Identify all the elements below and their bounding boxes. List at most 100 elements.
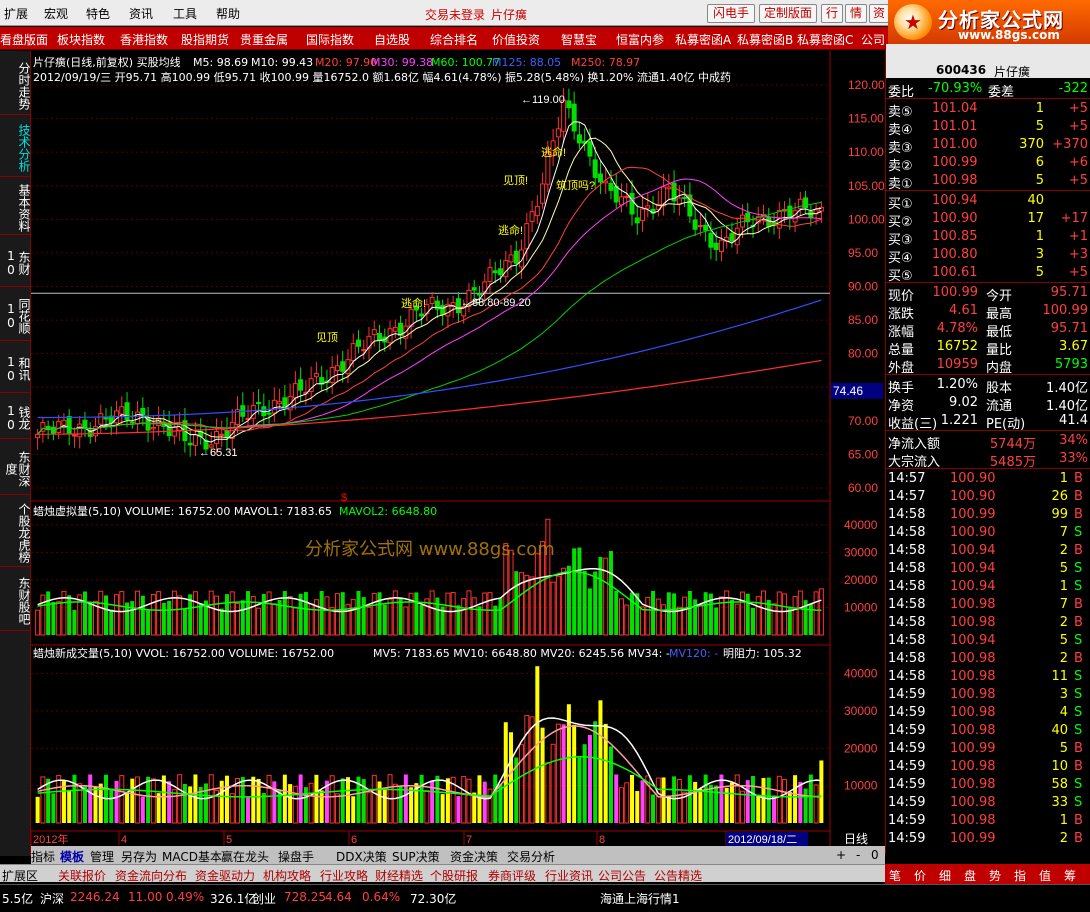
template-tab-1[interactable]: 模板 xyxy=(60,848,84,865)
toolbar-item-1[interactable]: 板块指数 xyxy=(57,31,105,48)
volume-bar xyxy=(750,607,755,635)
candle-body xyxy=(419,313,425,317)
toolbar-item-10[interactable]: 恒富内参 xyxy=(616,31,664,48)
volume2-bar xyxy=(614,774,619,823)
volume-bar xyxy=(697,603,703,636)
function-tab-2[interactable]: 资金流向分布 xyxy=(115,867,187,884)
stat-row-1-cell-3: 100.99 xyxy=(1042,303,1089,318)
function-tab-3[interactable]: 资金驱动力 xyxy=(195,867,255,884)
quote-button-2[interactable]: 情 xyxy=(845,4,867,23)
function-tab-8[interactable]: 券商评级 xyxy=(488,867,536,884)
function-tab-4[interactable]: 机构攻略 xyxy=(263,867,311,884)
template-tab-7[interactable]: DDX决策 xyxy=(336,848,387,865)
volume2-bar xyxy=(461,776,467,824)
zoom-control-2[interactable]: 0 xyxy=(871,848,879,862)
function-tab-7[interactable]: 个股研报 xyxy=(430,867,478,884)
tick-row-19-cell-3: B xyxy=(1074,813,1083,828)
menu-item-help[interactable]: 帮助 xyxy=(216,5,240,22)
toolbar-item-12[interactable]: 私募密函B xyxy=(737,31,793,48)
quote-tab-6[interactable]: 值 xyxy=(1039,867,1051,884)
toolbar-item-4[interactable]: 贵重金属 xyxy=(240,31,288,48)
left-tab-4[interactable]: 同花顺10 xyxy=(0,291,31,341)
toolbar-item-8[interactable]: 价值投资 xyxy=(492,31,540,48)
template-tab-3[interactable]: 另存为 xyxy=(121,848,157,865)
volume-bar xyxy=(761,590,767,636)
template-tab-8[interactable]: SUP决策 xyxy=(392,848,440,865)
volume-bar xyxy=(587,588,592,635)
left-tab-9[interactable]: 东财股吧 xyxy=(0,571,31,631)
volume2-bar xyxy=(661,777,666,823)
template-tab-2[interactable]: 管理 xyxy=(90,848,114,865)
menu-item-extend[interactable]: 扩展 xyxy=(4,5,28,22)
info-button[interactable]: 资 xyxy=(869,4,889,23)
tick-row-6: 14:58 100.94 1 S xyxy=(886,578,1090,596)
left-tab-3[interactable]: 东财10 xyxy=(0,239,31,287)
left-tab-2[interactable]: 基本资料 xyxy=(0,181,31,235)
quote-tab-4[interactable]: 势 xyxy=(989,867,1001,884)
volume2-bar xyxy=(493,774,498,823)
toolbar-item-11[interactable]: 私募密函A xyxy=(675,31,731,48)
menu-item-tools[interactable]: 工具 xyxy=(173,5,197,22)
tick-row-2-cell-0: 14:58 xyxy=(888,507,926,522)
module-toolbar: 看盘版面 板块指数 香港指数 股指期货 贵重金属 国际指数 自选股 综合排名 价值投资 智慧宝 恒富… xyxy=(0,27,888,50)
toolbar-item-13[interactable]: 私募密函C xyxy=(797,31,853,48)
function-tab-9[interactable]: 行业资讯 xyxy=(545,867,593,884)
toolbar-item-9[interactable]: 智慧宝 xyxy=(561,31,597,48)
left-tab-0[interactable]: 分时走势 xyxy=(0,57,31,115)
volume2-bar xyxy=(40,776,46,824)
quote-tab-7[interactable]: 筹 xyxy=(1064,867,1076,884)
toolbar-item-5[interactable]: 国际指数 xyxy=(306,31,354,48)
function-tab-6[interactable]: 财经精选 xyxy=(375,867,423,884)
function-tab-0[interactable]: 扩展区 xyxy=(2,867,38,884)
zoom-control-1[interactable]: - xyxy=(856,848,860,862)
template-tab-10[interactable]: 交易分析 xyxy=(507,848,555,865)
volume2-bar xyxy=(303,787,308,823)
function-tab-1[interactable]: 关联报价 xyxy=(58,867,106,884)
template-tab-9[interactable]: 资金决策 xyxy=(450,848,498,865)
candle-body xyxy=(613,185,619,203)
menu-item-news[interactable]: 资讯 xyxy=(129,5,153,22)
ma-label-1: M10: 99.43 xyxy=(251,56,314,69)
menu-item-special[interactable]: 特色 xyxy=(86,5,110,22)
candle-body xyxy=(692,219,698,230)
toolbar-item-14[interactable]: 公司 xyxy=(861,31,885,48)
left-tab-5[interactable]: 和讯10 xyxy=(0,345,31,393)
candle-body xyxy=(808,211,814,218)
toolbar-item-7[interactable]: 综合排名 xyxy=(430,31,478,48)
toolbar-item-6[interactable]: 自选股 xyxy=(374,31,410,48)
function-tab-10[interactable]: 公司公告 xyxy=(598,867,646,884)
volume2-bar xyxy=(672,776,677,823)
left-tab-8[interactable]: 个股龙虎榜 xyxy=(0,499,31,567)
volume-bar xyxy=(608,551,613,635)
tick-row-3-cell-1: 100.90 xyxy=(950,525,996,540)
menu-item-macro[interactable]: 宏观 xyxy=(44,5,68,22)
toolbar-item-2[interactable]: 香港指数 xyxy=(120,31,168,48)
quote-tab-5[interactable]: 指 xyxy=(1014,867,1026,884)
template-tab-0[interactable]: 指标 xyxy=(31,848,55,865)
volume2-bar xyxy=(793,775,798,823)
template-tab-4[interactable]: MACD基本 xyxy=(162,848,222,865)
quote-tab-1[interactable]: 价 xyxy=(914,867,926,884)
buy-row-4-cell-3: +5 xyxy=(1068,265,1088,280)
kline-chart[interactable]: 120.00 115.00 110.00 105.00 100.00 95.00 90.00… xyxy=(31,51,885,851)
left-tab-1[interactable]: 技术分析 xyxy=(0,119,31,177)
quote-tab-3[interactable]: 盘 xyxy=(964,867,976,884)
function-tab-11[interactable]: 公告精选 xyxy=(654,867,702,884)
tick-row-0-cell-0: 14:57 xyxy=(888,471,926,486)
volume-bar xyxy=(261,593,266,635)
quote-button-1[interactable]: 行 xyxy=(821,4,843,23)
toolbar-item-0[interactable]: 看盘版面 xyxy=(0,31,48,48)
toolbar-item-3[interactable]: 股指期货 xyxy=(181,31,229,48)
left-tab-7[interactable]: 东财深度 xyxy=(0,443,31,495)
zoom-control-0[interactable]: + xyxy=(836,848,846,862)
quote-tab-0[interactable]: 笔 xyxy=(889,867,901,884)
quote-tab-2[interactable]: 细 xyxy=(939,867,951,884)
template-tab-5[interactable]: 赢在龙头 xyxy=(221,848,269,865)
function-tab-5[interactable]: 行业攻略 xyxy=(320,867,368,884)
left-tab-6[interactable]: 钱龙10 xyxy=(0,397,31,439)
chart-info-line: 2012/09/19/三 开95.71 高100.99 低95.71 收100.… xyxy=(33,71,731,84)
flash-trade-button[interactable]: 闪电手 xyxy=(707,4,755,23)
template-tab-6[interactable]: 操盘手 xyxy=(278,848,314,865)
volume2-bar xyxy=(761,777,766,823)
custom-layout-button[interactable]: 定制版面 xyxy=(759,4,817,23)
